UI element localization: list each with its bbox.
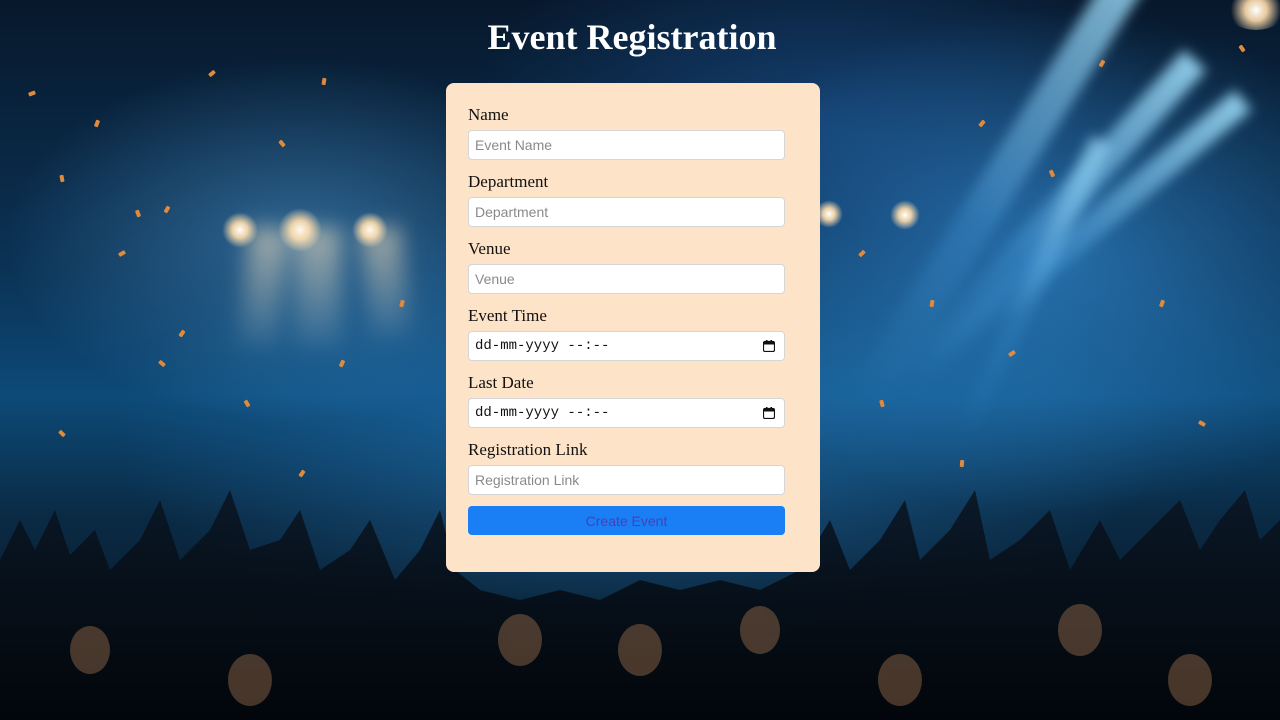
event-registration-form: Name Event Name Department Department Ve… — [446, 83, 820, 572]
calendar-icon[interactable] — [763, 340, 775, 352]
calendar-icon[interactable] — [763, 407, 775, 419]
registration-link-input[interactable]: Registration Link — [468, 465, 785, 495]
venue-input[interactable]: Venue — [468, 264, 785, 294]
event-name-input[interactable]: Event Name — [468, 130, 785, 160]
last-date-value: dd-mm-yyyy --:-- — [475, 405, 610, 421]
page-title: Event Registration — [487, 17, 777, 57]
department-label: Department — [468, 172, 549, 191]
name-label: Name — [468, 105, 509, 124]
last-date-label: Last Date — [468, 373, 534, 392]
department-placeholder: Department — [475, 204, 549, 220]
last-date-input[interactable]: dd-mm-yyyy --:-- — [468, 398, 785, 428]
create-event-button[interactable]: Create Event — [468, 506, 785, 535]
department-input[interactable]: Department — [468, 197, 785, 227]
registration-link-placeholder: Registration Link — [475, 472, 580, 488]
venue-placeholder: Venue — [475, 271, 515, 287]
event-time-label: Event Time — [468, 306, 547, 325]
event-time-input[interactable]: dd-mm-yyyy --:-- — [468, 331, 785, 361]
venue-label: Venue — [468, 239, 511, 258]
event-time-value: dd-mm-yyyy --:-- — [475, 338, 610, 354]
registration-link-label: Registration Link — [468, 440, 588, 459]
event-name-placeholder: Event Name — [475, 137, 553, 153]
